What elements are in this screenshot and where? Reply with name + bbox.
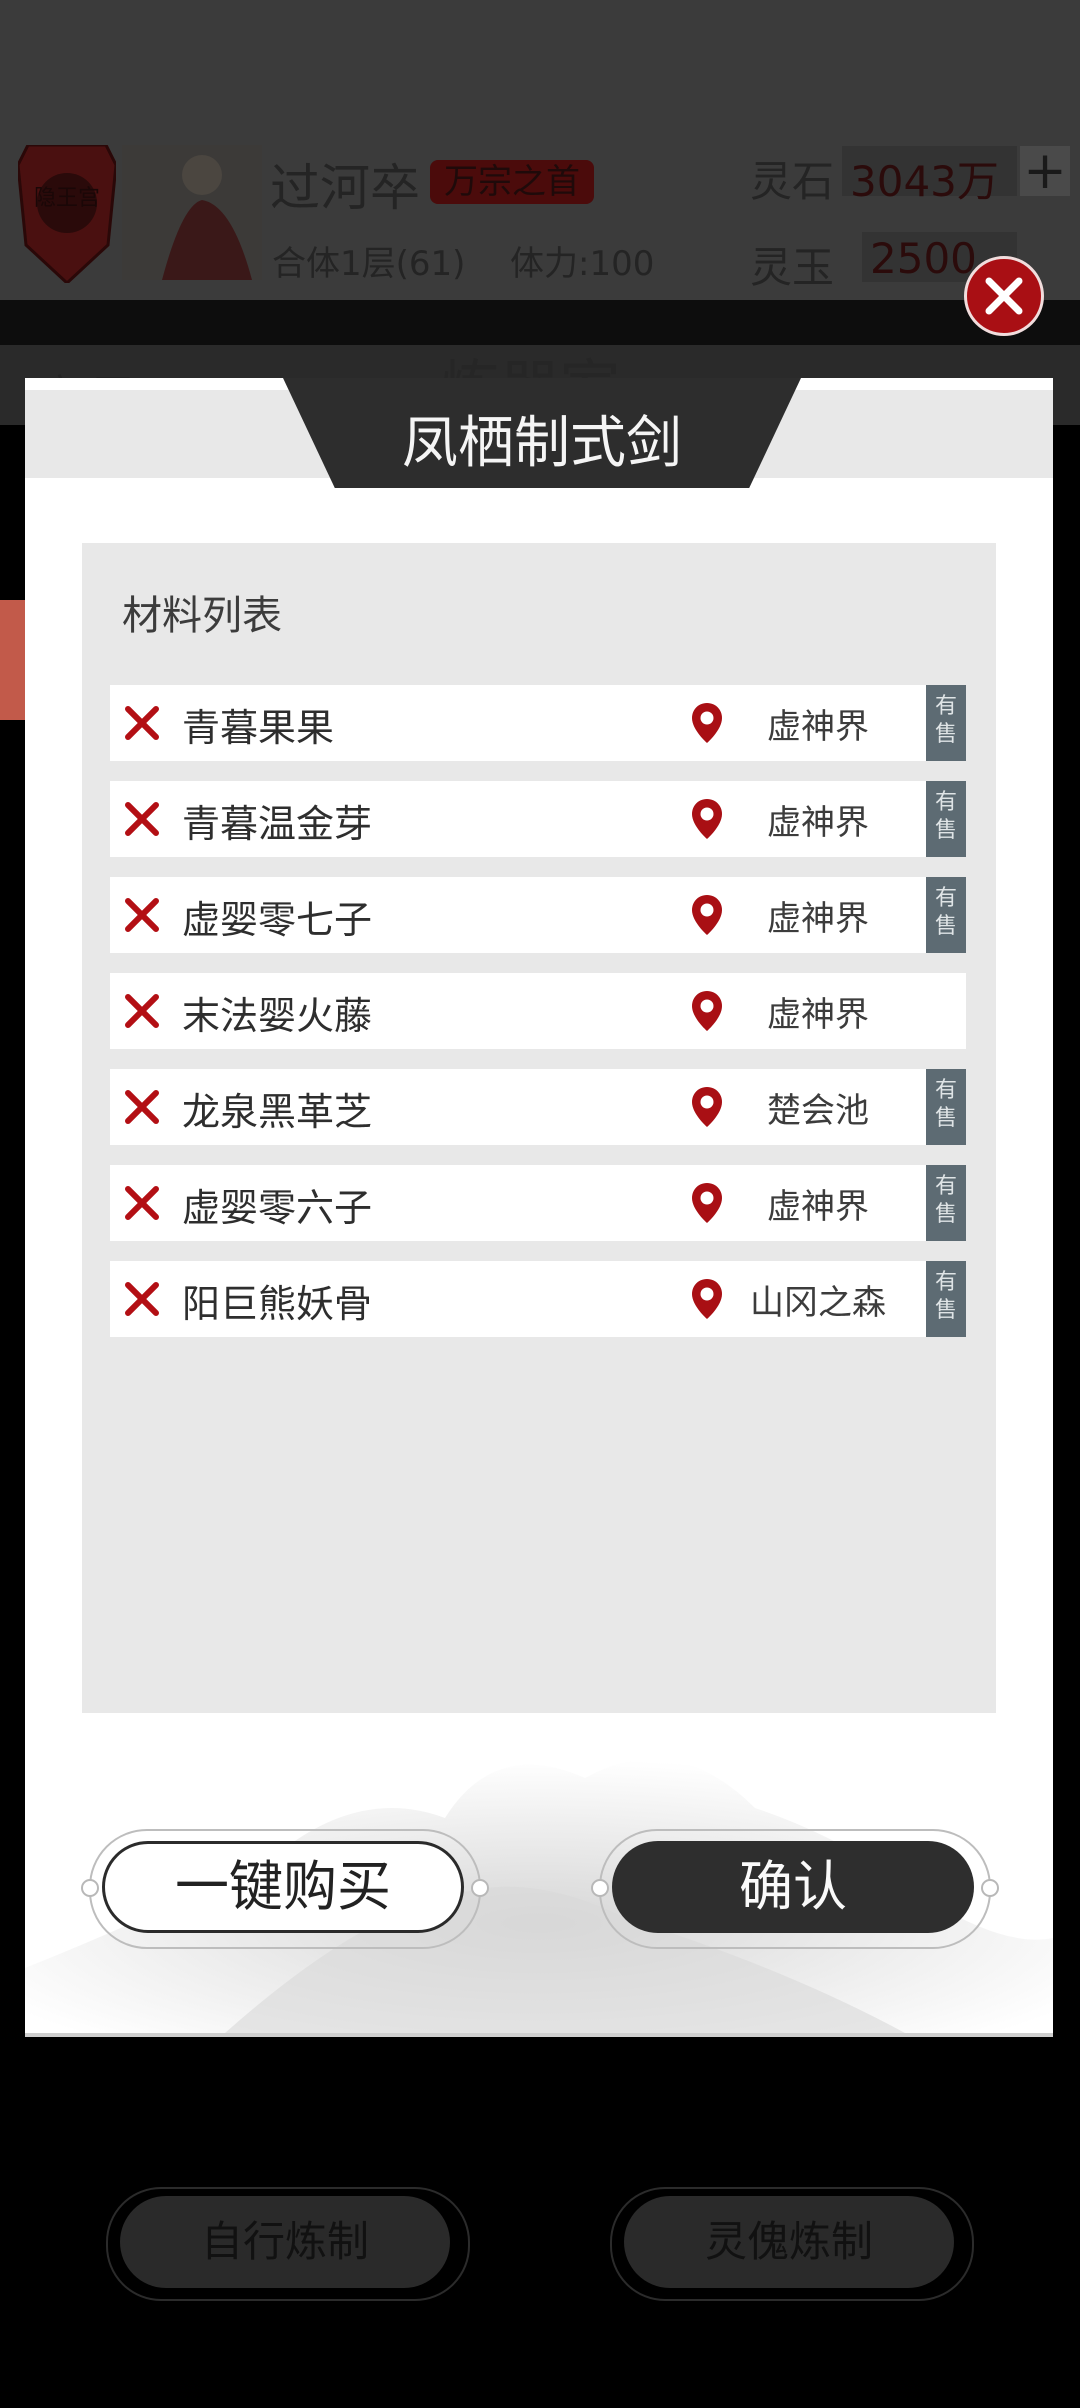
material-row[interactable]: 虚婴零六子 虚神界有售 (110, 1165, 966, 1241)
button-knob-left (81, 1879, 99, 1897)
player-rank-badge: 万宗之首 (430, 160, 594, 204)
remove-icon[interactable] (120, 989, 164, 1033)
location-pin-icon[interactable] (690, 1277, 724, 1321)
material-name: 阳巨熊妖骨 (182, 1282, 373, 1326)
material-row[interactable]: 末法婴火藤 虚神界 (110, 973, 966, 1049)
material-name: 末法婴火藤 (182, 994, 373, 1038)
remove-icon[interactable] (120, 701, 164, 745)
spirit-stone-value: 3043万 (850, 157, 999, 206)
material-row[interactable]: 阳巨熊妖骨 山冈之森有售 (110, 1261, 966, 1337)
on-sale-badge[interactable]: 有售 (926, 781, 966, 857)
material-location[interactable]: 虚神界 (738, 987, 898, 1036)
location-pin-icon[interactable] (690, 1181, 724, 1225)
material-location[interactable]: 山冈之森 (738, 1275, 898, 1324)
material-row[interactable]: 青暮温金芽 虚神界有售 (110, 781, 966, 857)
on-sale-badge[interactable]: 有售 (926, 877, 966, 953)
location-pin-icon[interactable] (690, 893, 724, 937)
location-pin-icon[interactable] (690, 1085, 724, 1129)
spirit-jade-value: 2500 (870, 234, 977, 283)
location-pin-icon[interactable] (690, 797, 724, 841)
spirit-stone-label: 灵石 (750, 157, 835, 206)
material-location[interactable]: 虚神界 (738, 1179, 898, 1228)
material-location[interactable]: 虚神界 (738, 699, 898, 748)
materials-list-title: 材料列表 (122, 593, 282, 639)
remove-icon[interactable] (120, 1181, 164, 1225)
material-location[interactable]: 虚神界 (738, 795, 898, 844)
add-spirit-stone-button[interactable]: + (1020, 145, 1070, 197)
material-row[interactable]: 龙泉黑革芝 楚会池有售 (110, 1069, 966, 1145)
material-name: 青暮温金芽 (182, 802, 373, 846)
close-icon (985, 277, 1023, 315)
material-location[interactable]: 虚神界 (738, 891, 898, 940)
recipe-dialog: 凤栖制式剑 材料列表 青暮果果 虚神界有售青暮温金芽 虚神界有售虚婴零七子 虚神界有售… (25, 378, 1053, 2037)
on-sale-badge[interactable]: 有售 (926, 1165, 966, 1241)
remove-icon[interactable] (120, 1277, 164, 1321)
on-sale-badge[interactable]: 有售 (926, 1069, 966, 1145)
materials-panel: 材料列表 青暮果果 虚神界有售青暮温金芽 虚神界有售虚婴零七子 虚神界有售末法婴火藤虚… (82, 543, 996, 1713)
emblem-label: 隐王宫 (34, 186, 101, 211)
material-name: 虚婴零六子 (182, 1186, 373, 1230)
player-level: 合体1层(61) (272, 244, 466, 284)
player-name: 过河卒 (270, 159, 420, 217)
remove-icon[interactable] (120, 797, 164, 841)
material-row[interactable]: 虚婴零七子 虚神界有售 (110, 877, 966, 953)
material-name: 虚婴零七子 (182, 898, 373, 942)
location-pin-icon[interactable] (690, 989, 724, 1033)
material-location[interactable]: 楚会池 (738, 1083, 898, 1132)
close-dialog-button[interactable] (964, 256, 1044, 336)
spirit-jade-label: 灵玉 (750, 243, 835, 292)
player-stamina: 体力:100 (510, 244, 655, 284)
remove-icon[interactable] (120, 1085, 164, 1129)
confirm-button[interactable]: 确认 (612, 1841, 974, 1933)
dialog-title: 凤栖制式剑 (402, 411, 682, 476)
material-name: 青暮果果 (182, 706, 335, 750)
self-refine-button[interactable]: 自行炼制 (120, 2196, 450, 2288)
on-sale-badge[interactable]: 有售 (926, 1261, 966, 1337)
on-sale-badge[interactable]: 有售 (926, 685, 966, 761)
remove-icon[interactable] (120, 893, 164, 937)
location-pin-icon[interactable] (690, 701, 724, 745)
material-name: 龙泉黑革芝 (182, 1090, 373, 1134)
sect-emblem (18, 145, 116, 283)
buy-all-button[interactable]: 一键购买 (102, 1841, 464, 1933)
puppet-refine-button[interactable]: 灵傀炼制 (624, 2196, 954, 2288)
button-knob-right (471, 1879, 489, 1897)
player-avatar[interactable] (122, 145, 262, 280)
button-knob-right (981, 1879, 999, 1897)
button-knob-left (591, 1879, 609, 1897)
material-row[interactable]: 青暮果果 虚神界有售 (110, 685, 966, 761)
